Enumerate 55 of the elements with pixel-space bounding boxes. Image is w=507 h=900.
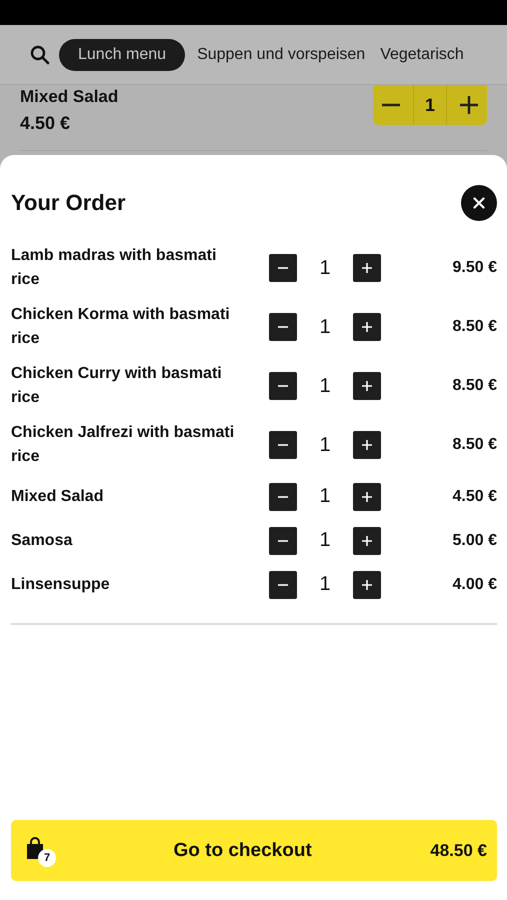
decrease-button[interactable]	[269, 570, 297, 598]
close-icon	[473, 197, 485, 209]
item-name: Chicken Korma with basmati rice	[11, 305, 231, 349]
plus-icon[interactable]	[459, 95, 479, 115]
item-name: Linsensuppe	[11, 574, 111, 594]
quantity-value: 1	[318, 573, 332, 596]
quantity-value: 1	[318, 485, 332, 508]
category-tab[interactable]: Suppen und vorspeisen	[194, 40, 368, 70]
quantity-value: 1	[412, 85, 447, 125]
category-tab[interactable]: Lunch menu	[59, 38, 186, 70]
item-price: 8.50 €	[452, 318, 497, 336]
plus-icon	[361, 321, 373, 333]
quantity-value: 1	[318, 529, 332, 552]
close-button[interactable]	[461, 185, 497, 221]
quantity-value: 1	[318, 374, 332, 398]
plus-icon	[361, 439, 373, 451]
increase-button[interactable]	[353, 254, 381, 282]
item-price: 8.50 €	[452, 436, 497, 454]
increase-button[interactable]	[353, 372, 381, 400]
decrease-button[interactable]	[269, 431, 297, 459]
increase-button[interactable]	[353, 313, 381, 341]
plus-icon	[361, 262, 373, 274]
increase-button[interactable]	[353, 482, 381, 510]
increase-button[interactable]	[353, 431, 381, 459]
item-price: 8.50 €	[452, 377, 497, 395]
item-price: 4.50 €	[20, 112, 70, 135]
item-count-badge: 7	[38, 848, 56, 866]
item-price: 9.50 €	[452, 259, 497, 277]
plus-icon	[361, 534, 373, 546]
item-price: 4.50 €	[452, 488, 497, 506]
decrease-button[interactable]	[269, 313, 297, 341]
plus-icon	[361, 490, 373, 502]
sheet-title: Your Order	[11, 190, 126, 216]
item-name: Mixed Salad	[11, 486, 104, 506]
item-name: Lamb madras with basmati rice	[11, 246, 218, 290]
decrease-button[interactable]	[269, 526, 297, 554]
category-tab[interactable]: Vegetarisch	[377, 40, 467, 70]
item-price: 5.00 €	[452, 532, 497, 550]
quantity-value: 1	[318, 434, 332, 456]
decrease-button[interactable]	[269, 254, 297, 282]
item-name: Chicken Jalfrezi with basmati rice	[11, 423, 236, 467]
item-price: 4.00 €	[452, 576, 497, 594]
increase-button[interactable]	[353, 526, 381, 554]
search-icon[interactable]	[30, 44, 50, 64]
checkout-button[interactable]: 7 Go to checkout 48.50 €	[11, 820, 497, 881]
plus-icon	[361, 578, 373, 590]
quantity-value: 1	[318, 256, 332, 280]
item-name: Mixed Salad	[20, 87, 118, 107]
item-name: Chicken Curry with basmati rice	[11, 364, 223, 408]
quantity-value: 1	[318, 316, 332, 338]
increase-button[interactable]	[353, 570, 381, 598]
decrease-button[interactable]	[269, 372, 297, 400]
item-name: Samosa	[11, 530, 74, 550]
plus-icon	[361, 380, 373, 392]
decrease-button[interactable]	[269, 482, 297, 510]
